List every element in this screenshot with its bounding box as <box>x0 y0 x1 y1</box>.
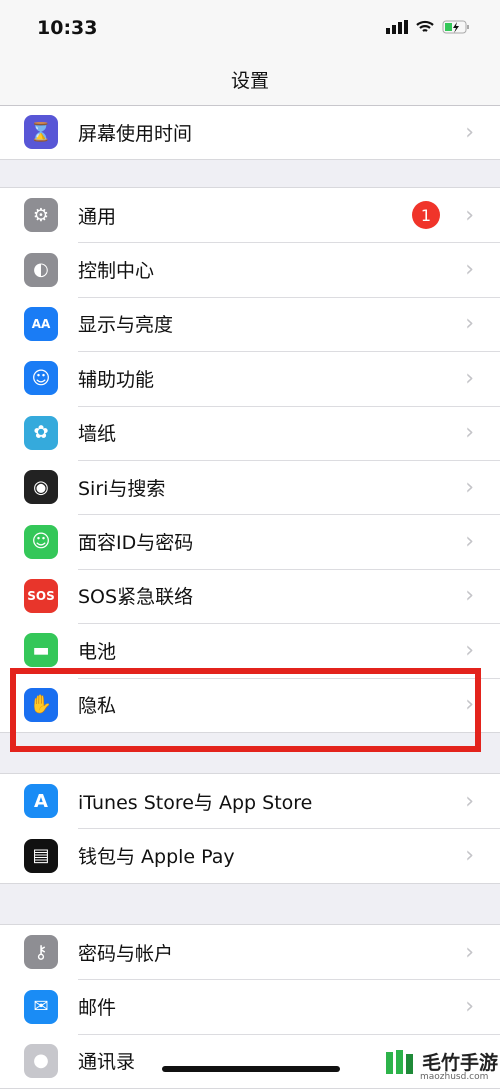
settings-group: ⌛ 屏幕使用时间 › <box>0 104 500 161</box>
row-label: SOS紧急联络 <box>78 568 500 623</box>
chevron-right-icon: › <box>465 583 474 609</box>
status-and-nav-bar: 10:33 设置 <box>0 0 500 106</box>
settings-row[interactable]: ☺ 辅助功能 › <box>0 351 500 405</box>
chevron-right-icon: › <box>465 788 474 814</box>
chevron-right-icon: › <box>465 119 474 145</box>
settings-row[interactable]: ✿ 墙纸 › <box>0 405 500 460</box>
chevron-right-icon: › <box>465 843 474 869</box>
chevron-right-icon: › <box>465 529 474 555</box>
key-icon: ⚷ <box>24 935 58 970</box>
app-store-icon: A <box>24 784 58 819</box>
signal-icon <box>386 20 408 34</box>
battery-charging-icon <box>442 20 469 34</box>
text-size-icon: AA <box>24 306 58 341</box>
settings-group: A iTunes Store与 App Store › ▤ 钱包与 Apple P… <box>0 773 500 884</box>
home-indicator[interactable] <box>162 1066 340 1072</box>
toggle-icon: ◐ <box>24 252 58 287</box>
hourglass-icon: ⌛ <box>24 115 58 150</box>
watermark-url: maozhusd.com <box>420 1072 489 1082</box>
settings-row[interactable]: ◉ Siri与搜索 › <box>0 459 500 514</box>
chevron-right-icon: › <box>465 257 474 283</box>
wifi-icon <box>416 20 434 32</box>
gear-icon: ⚙ <box>24 198 58 233</box>
battery-icon: ▬ <box>24 633 58 668</box>
page-title: 设置 <box>230 70 269 92</box>
row-label: iTunes Store与 App Store <box>78 791 313 814</box>
wallet-icon: ▤ <box>24 838 58 873</box>
settings-row[interactable]: ⌛ 屏幕使用时间 › <box>0 105 500 159</box>
settings-row[interactable]: ▤ 钱包与 Apple Pay › <box>0 828 500 882</box>
status-time: 10:33 <box>37 17 98 39</box>
row-label: 邮件 <box>78 979 500 1033</box>
settings-row[interactable]: ⚷ 密码与帐户 › <box>0 925 500 979</box>
row-label: 辅助功能 <box>78 351 500 405</box>
highlight-box <box>10 668 481 752</box>
settings-row[interactable]: AA 显示与亮度 › <box>0 296 500 351</box>
settings-row[interactable]: SOS SOS紧急联络 › <box>0 568 500 623</box>
settings-row[interactable]: ⚙ 通用 1 › <box>0 188 500 242</box>
notification-badge: 1 <box>412 201 440 230</box>
chevron-right-icon: › <box>465 637 474 663</box>
row-label: Siri与搜索 <box>78 459 500 514</box>
contacts-icon: ● <box>24 1043 58 1078</box>
chevron-right-icon: › <box>465 311 474 337</box>
status-icons <box>386 20 470 34</box>
siri-icon: ◉ <box>24 470 58 505</box>
watermark-logo: 毛竹手游 maozhusd.com <box>384 1046 499 1082</box>
mail-icon: ✉ <box>24 989 58 1024</box>
flower-icon: ✿ <box>24 415 58 450</box>
settings-row[interactable]: ◐ 控制中心 › <box>0 242 500 296</box>
row-label: 屏幕使用时间 <box>78 122 193 145</box>
row-label: 面容ID与密码 <box>78 514 500 568</box>
chevron-right-icon: › <box>465 474 474 500</box>
chevron-right-icon: › <box>465 365 474 391</box>
settings-row[interactable]: A iTunes Store与 App Store › <box>0 774 500 828</box>
settings-group: ⚙ 通用 1 › ◐ 控制中心 › AA 显示与亮度 › ☺ 辅助功能 › ✿ 墙纸 ›… <box>0 187 500 733</box>
chevron-right-icon: › <box>465 939 474 965</box>
watermark-text: 毛竹手游 <box>422 1051 499 1074</box>
accessibility-icon: ☺ <box>24 361 58 396</box>
settings-row[interactable]: ☺ 面容ID与密码 › <box>0 514 500 568</box>
chevron-right-icon: › <box>465 202 474 228</box>
chevron-right-icon: › <box>465 420 474 446</box>
bamboo-logo-icon <box>386 1050 413 1074</box>
face-id-icon: ☺ <box>24 524 58 559</box>
row-label: 显示与亮度 <box>78 296 500 351</box>
settings-row[interactable]: ✉ 邮件 › <box>0 979 500 1033</box>
chevron-right-icon: › <box>465 994 474 1020</box>
row-label: 控制中心 <box>78 242 500 296</box>
sos-icon: SOS <box>24 578 58 613</box>
row-label: 钱包与 Apple Pay <box>78 828 500 882</box>
row-label: 密码与帐户 <box>78 942 174 965</box>
row-label: 墙纸 <box>78 405 500 460</box>
